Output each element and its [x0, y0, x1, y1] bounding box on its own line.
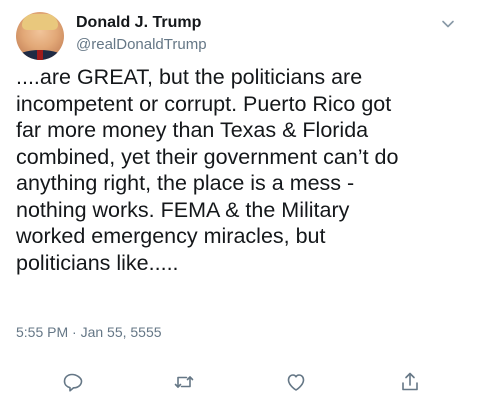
author-name[interactable]: Donald J. Trump — [76, 14, 201, 32]
share-icon[interactable] — [398, 370, 422, 394]
chevron-down-icon[interactable] — [440, 16, 456, 32]
timestamp[interactable]: 5:55 PM · Jan 55, 5555 — [16, 324, 162, 340]
author-handle[interactable]: @realDonaldTrump — [76, 36, 207, 53]
reply-icon[interactable] — [60, 370, 84, 394]
avatar-tie — [37, 50, 43, 60]
avatar[interactable] — [16, 12, 64, 60]
action-bar — [0, 370, 480, 400]
tweet-text: ....are GREAT, but the politicians are i… — [16, 65, 399, 275]
avatar-hair — [22, 14, 58, 30]
heart-icon[interactable] — [284, 370, 308, 394]
retweet-icon[interactable] — [172, 370, 196, 394]
